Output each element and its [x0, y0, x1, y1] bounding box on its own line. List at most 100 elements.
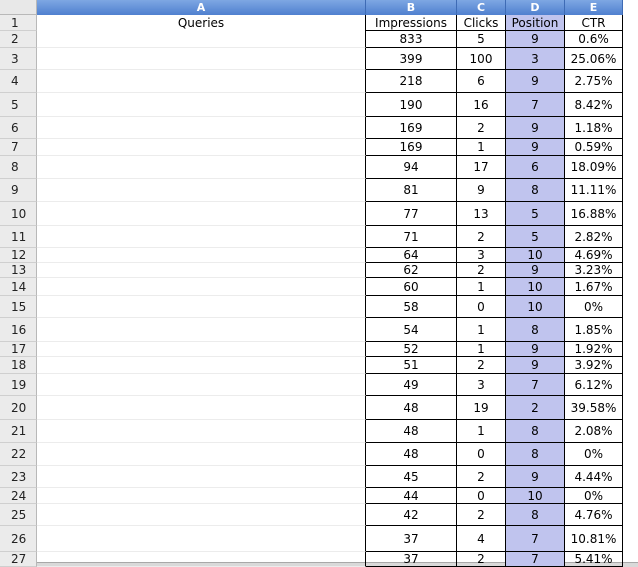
ctr-cell[interactable]: 1.18%	[565, 117, 623, 139]
row-header[interactable]: 16	[0, 318, 37, 342]
query-cell[interactable]	[37, 443, 366, 466]
clicks-cell[interactable]: 5	[457, 31, 506, 48]
row-header[interactable]: 27	[0, 552, 37, 567]
query-cell[interactable]	[37, 226, 366, 248]
clicks-cell[interactable]: 19	[457, 396, 506, 420]
ctr-cell[interactable]: 18.09%	[565, 156, 623, 179]
row-header[interactable]: 23	[0, 466, 37, 488]
row-header[interactable]: 20	[0, 396, 37, 420]
impressions-cell[interactable]: 45	[366, 466, 457, 488]
row-header[interactable]: 3	[0, 48, 37, 70]
ctr-cell[interactable]: 11.11%	[565, 179, 623, 202]
query-cell[interactable]	[37, 488, 366, 504]
clicks-cell[interactable]: 9	[457, 179, 506, 202]
impressions-cell[interactable]: 44	[366, 488, 457, 504]
position-cell[interactable]: 10	[506, 296, 565, 318]
impressions-cell[interactable]: 48	[366, 420, 457, 443]
impressions-cell[interactable]: 399	[366, 48, 457, 70]
query-cell[interactable]	[37, 552, 366, 567]
query-cell[interactable]	[37, 466, 366, 488]
clicks-cell[interactable]: 1	[457, 342, 506, 357]
row-header[interactable]: 25	[0, 504, 37, 526]
row-header[interactable]: 5	[0, 93, 37, 117]
impressions-cell[interactable]: 58	[366, 296, 457, 318]
clicks-cell[interactable]: 1	[457, 139, 506, 156]
query-cell[interactable]	[37, 179, 366, 202]
ctr-cell[interactable]: 2.82%	[565, 226, 623, 248]
clicks-cell[interactable]: 2	[457, 226, 506, 248]
position-cell[interactable]: 8	[506, 179, 565, 202]
query-cell[interactable]	[37, 139, 366, 156]
position-cell[interactable]: 7	[506, 93, 565, 117]
clicks-cell[interactable]: 0	[457, 488, 506, 504]
impressions-cell[interactable]: 60	[366, 278, 457, 296]
clicks-cell[interactable]: 4	[457, 526, 506, 552]
header-cell-a[interactable]: Queries	[37, 15, 366, 31]
impressions-cell[interactable]: 62	[366, 263, 457, 278]
row-header[interactable]: 13	[0, 263, 37, 278]
query-cell[interactable]	[37, 248, 366, 263]
clicks-cell[interactable]: 1	[457, 278, 506, 296]
row-header[interactable]: 24	[0, 488, 37, 504]
ctr-cell[interactable]: 4.76%	[565, 504, 623, 526]
position-cell[interactable]: 5	[506, 226, 565, 248]
query-cell[interactable]	[37, 156, 366, 179]
ctr-cell[interactable]: 1.67%	[565, 278, 623, 296]
query-cell[interactable]	[37, 202, 366, 226]
row-header[interactable]: 21	[0, 420, 37, 443]
impressions-cell[interactable]: 81	[366, 179, 457, 202]
column-header-d[interactable]: D	[506, 0, 565, 15]
position-cell[interactable]: 8	[506, 504, 565, 526]
clicks-cell[interactable]: 1	[457, 420, 506, 443]
clicks-cell[interactable]: 2	[457, 504, 506, 526]
position-cell[interactable]: 3	[506, 48, 565, 70]
query-cell[interactable]	[37, 504, 366, 526]
row-header[interactable]: 26	[0, 526, 37, 552]
impressions-cell[interactable]: 77	[366, 202, 457, 226]
column-header-a[interactable]: A	[37, 0, 366, 15]
ctr-cell[interactable]: 0%	[565, 443, 623, 466]
query-cell[interactable]	[37, 70, 366, 93]
row-header[interactable]: 8	[0, 156, 37, 179]
row-header[interactable]: 15	[0, 296, 37, 318]
position-cell[interactable]: 9	[506, 342, 565, 357]
ctr-cell[interactable]: 16.88%	[565, 202, 623, 226]
ctr-cell[interactable]: 3.92%	[565, 357, 623, 374]
spreadsheet-grid[interactable]: A B C D E 1 Queries Impressions Clicks Position CT…	[0, 0, 638, 567]
position-cell[interactable]: 7	[506, 552, 565, 567]
query-cell[interactable]	[37, 93, 366, 117]
position-cell[interactable]: 9	[506, 466, 565, 488]
impressions-cell[interactable]: 42	[366, 504, 457, 526]
impressions-cell[interactable]: 169	[366, 117, 457, 139]
row-header[interactable]: 12	[0, 248, 37, 263]
position-cell[interactable]: 10	[506, 248, 565, 263]
clicks-cell[interactable]: 3	[457, 374, 506, 396]
position-cell[interactable]: 7	[506, 374, 565, 396]
query-cell[interactable]	[37, 278, 366, 296]
position-cell[interactable]: 8	[506, 318, 565, 342]
column-header-b[interactable]: B	[366, 0, 457, 15]
impressions-cell[interactable]: 94	[366, 156, 457, 179]
clicks-cell[interactable]: 3	[457, 248, 506, 263]
ctr-cell[interactable]: 10.81%	[565, 526, 623, 552]
ctr-cell[interactable]: 8.42%	[565, 93, 623, 117]
position-cell[interactable]: 9	[506, 117, 565, 139]
ctr-cell[interactable]: 0.59%	[565, 139, 623, 156]
query-cell[interactable]	[37, 263, 366, 278]
ctr-cell[interactable]: 39.58%	[565, 396, 623, 420]
ctr-cell[interactable]: 4.44%	[565, 466, 623, 488]
position-cell[interactable]: 5	[506, 202, 565, 226]
clicks-cell[interactable]: 1	[457, 318, 506, 342]
position-cell[interactable]: 9	[506, 357, 565, 374]
position-cell[interactable]: 9	[506, 263, 565, 278]
ctr-cell[interactable]: 4.69%	[565, 248, 623, 263]
header-cell-e[interactable]: CTR	[565, 15, 623, 31]
ctr-cell[interactable]: 5.41%	[565, 552, 623, 567]
select-all-corner[interactable]	[0, 0, 37, 15]
impressions-cell[interactable]: 49	[366, 374, 457, 396]
query-cell[interactable]	[37, 48, 366, 70]
row-header[interactable]: 14	[0, 278, 37, 296]
position-cell[interactable]: 9	[506, 139, 565, 156]
clicks-cell[interactable]: 2	[457, 117, 506, 139]
position-cell[interactable]: 9	[506, 31, 565, 48]
